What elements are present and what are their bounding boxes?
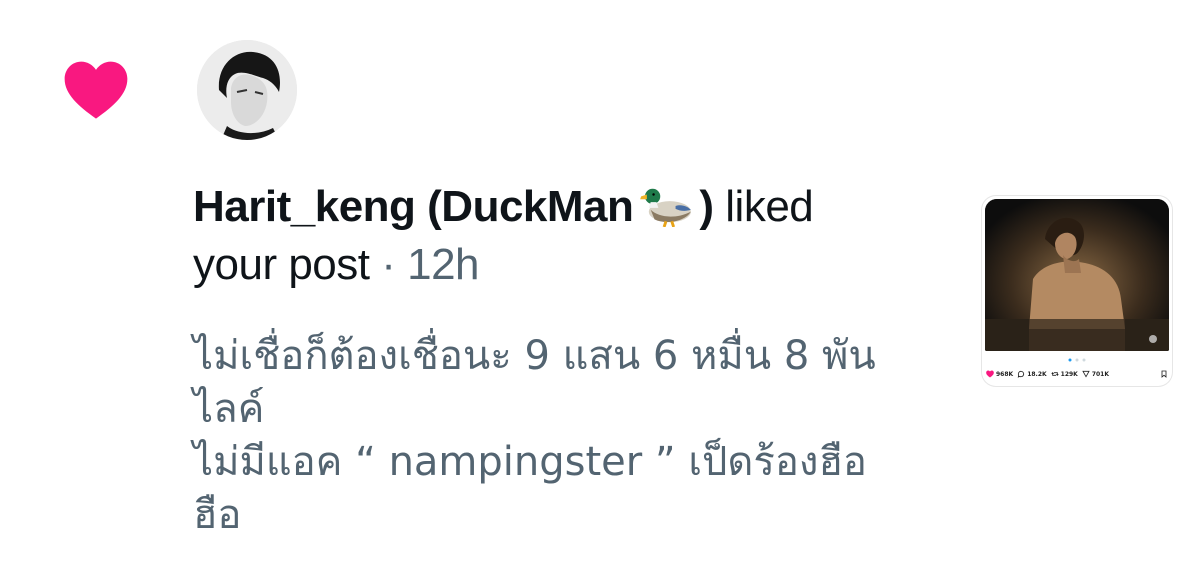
duck-emoji-icon [640,188,692,227]
post-content[interactable]: ไม่เชื่อก็ต้องเชื่อนะ 9 แสน 6 หมื่น 8 พั… [193,330,953,542]
carousel-dots [1068,358,1086,362]
avatar-portrait-icon [197,40,297,140]
timestamp[interactable]: 12h [407,240,479,289]
action-text: liked [725,182,814,231]
separator: · [381,240,396,289]
photo-image [985,199,1169,351]
views-stat: 701K [1082,370,1109,378]
post-thumbnail[interactable]: 968K 18.2K 129K 701K [982,196,1172,386]
action-object-text: your post [193,240,370,289]
reposts-stat: 129K [1051,370,1078,378]
bookmark-icon [1161,370,1167,378]
share-stat [1160,370,1168,378]
post-stats-bar: 968K 18.2K 129K 701K [986,368,1168,380]
content-line: ไม่มีแอค “ nampingster ” เป็ดร้องฮือ [193,439,867,485]
notification-header: Harit_keng (DuckMan ) liked your post · … [193,178,953,294]
likes-stat: 968K [986,370,1013,378]
user-name-link[interactable]: Harit_keng (DuckMan ) [193,182,714,231]
avatar[interactable] [197,40,297,140]
post-thumbnail-photo [985,199,1169,351]
content-line: ไม่เชื่อก็ต้องเชื่อนะ 9 แสน 6 หมื่น 8 พั… [193,333,876,379]
content-line: ฮือ [193,492,242,538]
content-line: ไลค์ [193,386,265,432]
views-icon [1082,370,1090,378]
likes-count: 968K [996,370,1014,378]
heart-icon [64,61,128,119]
repost-icon [1051,372,1059,376]
views-count: 701K [1091,370,1110,378]
replies-count: 18.2K [1027,370,1047,378]
replies-stat: 18.2K [1017,370,1047,378]
reply-icon [1017,370,1025,378]
heart-icon [986,370,994,378]
reposts-count: 129K [1060,370,1078,378]
